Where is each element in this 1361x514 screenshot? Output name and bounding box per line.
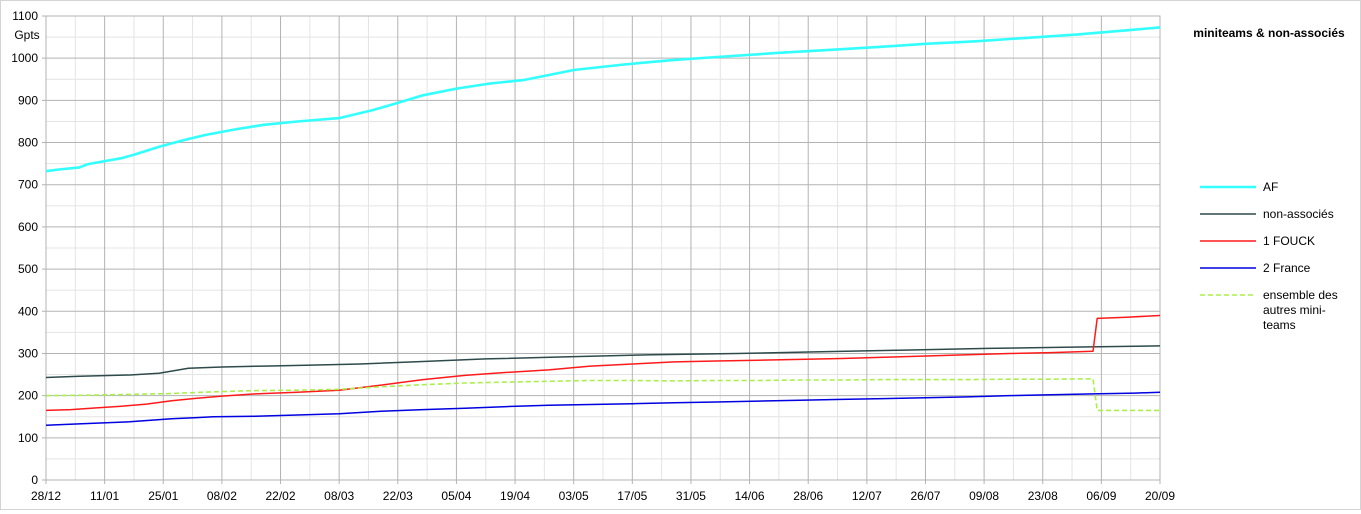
x-tick-label: 08/03	[324, 489, 354, 503]
y-tick-label: 1100	[12, 9, 38, 23]
x-tick-label: 28/06	[793, 489, 823, 503]
gridlines	[42, 15, 1161, 484]
legend-label-3: 2 France	[1263, 261, 1311, 275]
x-tick-label: 25/01	[148, 489, 178, 503]
y-tick-label: 100	[18, 431, 38, 445]
x-tick-label: 03/05	[559, 489, 589, 503]
legend: AF non-associés 1 FOUCK 2 France ensemble de…	[1200, 180, 1338, 332]
y-tick-label: 800	[18, 136, 38, 150]
y-tick-label: 600	[18, 220, 38, 234]
x-tick-label: 19/04	[500, 489, 530, 503]
x-tick-label: 26/07	[910, 489, 940, 503]
x-tick-label: 22/02	[266, 489, 296, 503]
legend-label-0: AF	[1263, 180, 1278, 194]
legend-label-4: ensemble des autres mini-teams	[1263, 288, 1338, 332]
x-tick-label: 31/05	[676, 489, 706, 503]
y-tick-label: 500	[18, 262, 38, 276]
x-tick-label: 12/07	[852, 489, 882, 503]
x-tick-label: 28/12	[31, 489, 61, 503]
y-tick-label: 200	[18, 389, 38, 403]
x-tick-label: 14/06	[735, 489, 765, 503]
y-axis-label: Gpts	[14, 28, 39, 42]
x-tick-label: 17/05	[617, 489, 647, 503]
chart-container: 0 100 200 300 400 500 600 700 800 900 1000 1100 28/1…	[0, 0, 1361, 510]
y-tick-label: 400	[18, 304, 38, 318]
y-tick-label: 1000	[11, 51, 38, 65]
y-tick-label: 0	[31, 473, 38, 487]
legend-label-2: 1 FOUCK	[1263, 234, 1315, 248]
x-tick-label: 05/04	[441, 489, 471, 503]
x-tick-label: 06/09	[1086, 489, 1116, 503]
legend-label-1: non-associés	[1263, 207, 1334, 221]
y-tick-label: 300	[18, 346, 38, 360]
x-tick-label: 20/09	[1145, 489, 1175, 503]
y-tick-label: 900	[18, 93, 38, 107]
x-tick-label: 08/02	[207, 489, 237, 503]
x-tick-label: 22/03	[383, 489, 413, 503]
y-tick-label: 700	[18, 178, 38, 192]
line-chart: 0 100 200 300 400 500 600 700 800 900 1000 1100 28/1…	[11, 9, 1345, 503]
chart-title: miniteams & non-associés	[1193, 26, 1345, 40]
x-tick-label: 09/08	[969, 489, 999, 503]
x-tick-label: 11/01	[90, 489, 119, 503]
x-tick-label: 23/08	[1028, 489, 1058, 503]
